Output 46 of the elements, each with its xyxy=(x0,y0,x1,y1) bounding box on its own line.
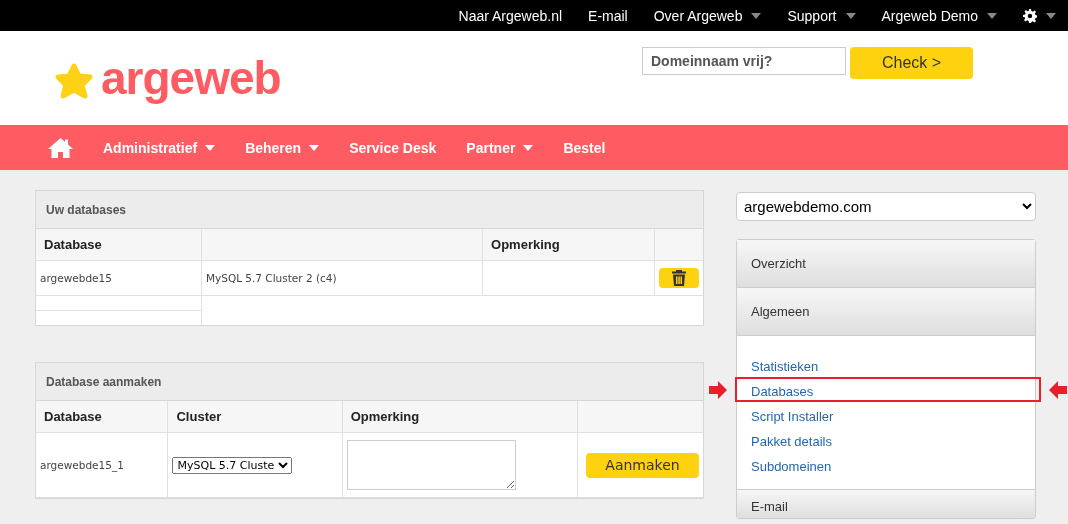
logo-text: argeweb xyxy=(101,55,281,106)
caret-icon xyxy=(523,144,534,151)
trash-icon xyxy=(672,270,686,286)
top-link[interactable]: Support xyxy=(787,7,856,24)
menu-link[interactable]: Statistieken xyxy=(735,352,1041,377)
table-cell: argewebde15 xyxy=(36,260,202,296)
column-header: Cluster xyxy=(168,401,343,433)
home-icon xyxy=(48,137,73,158)
menu-link[interactable]: Pakket details xyxy=(735,427,1041,452)
caret-icon xyxy=(309,144,320,151)
home-button[interactable] xyxy=(48,137,73,158)
top-link[interactable]: Naar Argeweb.nl xyxy=(458,7,563,24)
caret-icon xyxy=(205,144,216,151)
menu-section[interactable]: Overzicht xyxy=(737,240,1035,288)
column-header: Database xyxy=(36,401,168,433)
arrow-icon xyxy=(1049,380,1067,399)
menu-section[interactable]: E-mail xyxy=(737,490,1035,518)
delete-button[interactable] xyxy=(659,268,699,288)
remark-field[interactable] xyxy=(346,440,516,490)
top-link[interactable]: E-mail xyxy=(588,7,628,24)
domain-select[interactable]: argewebdemo.com xyxy=(736,192,1036,221)
settings-icon xyxy=(1023,8,1037,23)
table-cell: argewebde15_1 xyxy=(36,432,168,498)
column-header: Opmerking xyxy=(482,229,655,261)
column-header: Database xyxy=(36,229,202,261)
create-button[interactable]: Aanmaken xyxy=(586,452,699,478)
top-link[interactable]: Over Argeweb xyxy=(653,7,762,24)
caret-icon xyxy=(987,12,997,19)
caret-icon xyxy=(751,12,762,19)
panel-title: Uw databases xyxy=(46,202,127,217)
cluster-select[interactable]: MySQL 5.7 Cluste xyxy=(172,456,293,474)
menu-link[interactable]: Script Installer xyxy=(735,402,1041,427)
menu-link[interactable]: Databases xyxy=(735,377,1041,402)
settings-menu[interactable] xyxy=(1023,8,1056,23)
menu-link[interactable]: Subdomeinen xyxy=(735,452,1041,477)
check-button[interactable]: Check > xyxy=(850,47,973,79)
star-icon xyxy=(53,62,95,100)
panel-title: Database aanmaken xyxy=(46,374,162,389)
top-link[interactable]: Argeweb Demo xyxy=(881,7,997,24)
caret-icon xyxy=(1046,12,1056,19)
arrow-icon xyxy=(709,380,727,399)
menu-section[interactable]: Algemeen xyxy=(737,288,1035,336)
column-header: Opmerking xyxy=(342,401,578,433)
domain-search-field[interactable]: Domeinnaam vrij? xyxy=(642,47,846,75)
table-cell: MySQL 5.7 Cluster 2 (c4) xyxy=(201,260,483,296)
caret-icon xyxy=(845,12,856,19)
